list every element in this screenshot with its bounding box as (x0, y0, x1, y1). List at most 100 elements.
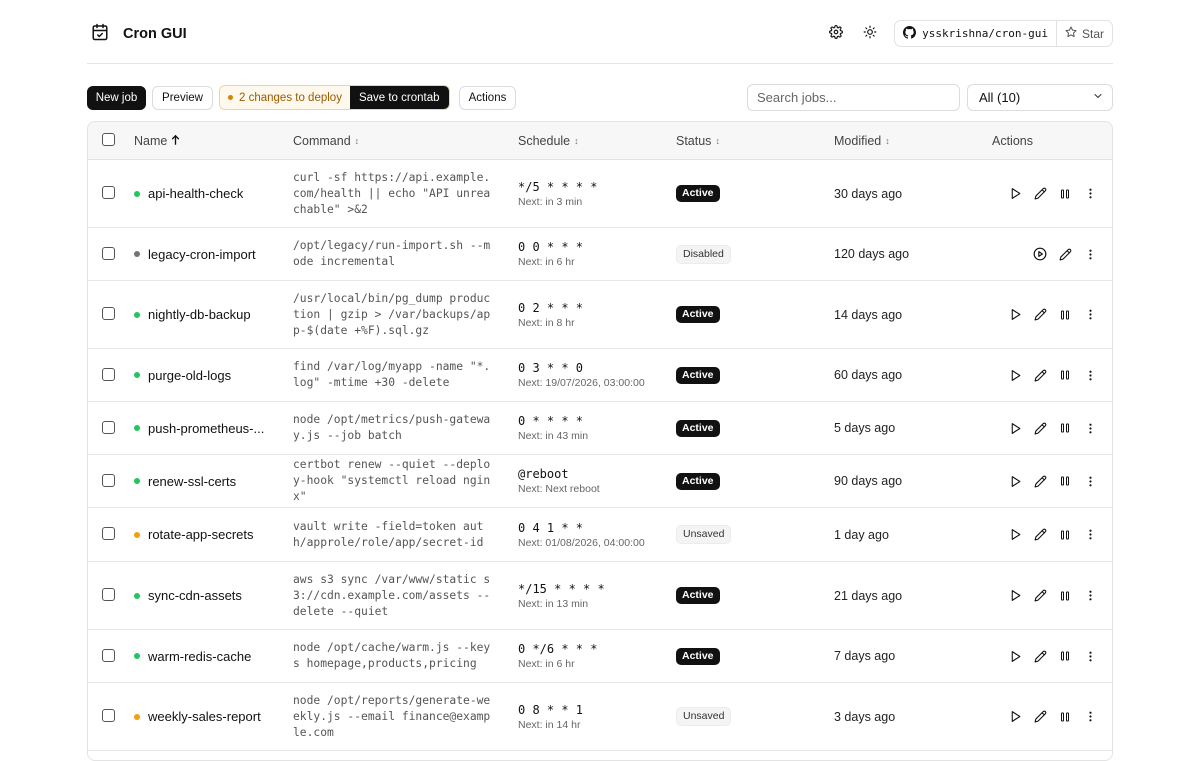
job-name-cell[interactable]: sync-cdn-assets (134, 562, 242, 629)
run-now-button[interactable] (1005, 365, 1025, 385)
enable-job-button[interactable] (1030, 244, 1050, 264)
more-actions-button[interactable] (1080, 707, 1100, 727)
run-now-button[interactable] (1005, 471, 1025, 491)
search-input[interactable] (747, 84, 960, 111)
table-row[interactable]: nightly-db-backup/usr/local/bin/pg_dump … (88, 281, 1112, 349)
row-checkbox[interactable] (102, 307, 115, 320)
row-checkbox[interactable] (102, 247, 115, 260)
edit-job-button[interactable] (1030, 184, 1050, 204)
job-name-cell[interactable]: renew-ssl-certs (134, 455, 236, 507)
job-name-cell[interactable]: rotate-app-secrets (134, 508, 254, 561)
job-name-cell[interactable]: purge-old-logs (134, 349, 231, 401)
row-checkbox[interactable] (102, 588, 115, 601)
save-to-crontab-button[interactable]: Save to crontab (349, 86, 449, 109)
theme-toggle-button[interactable] (858, 22, 882, 46)
run-now-button[interactable] (1005, 646, 1025, 666)
more-actions-button[interactable] (1080, 184, 1100, 204)
table-row[interactable]: warm-redis-cache node /opt/cache/warm.js … (88, 630, 1112, 683)
pause-job-button[interactable] (1055, 471, 1075, 491)
edit-job-button[interactable] (1030, 305, 1050, 325)
job-name-cell[interactable]: legacy-cron-import (134, 228, 256, 280)
preview-button[interactable]: Preview (152, 86, 213, 110)
column-status[interactable]: Status ↕ (676, 122, 720, 160)
row-checkbox[interactable] (102, 186, 115, 199)
edit-job-button[interactable] (1055, 244, 1075, 264)
more-actions-button[interactable] (1080, 244, 1100, 264)
job-name-cell[interactable]: api-health-check (134, 160, 243, 227)
job-name[interactable]: legacy-cron-import (148, 247, 256, 262)
job-name[interactable]: renew-ssl-certs (148, 474, 236, 489)
run-now-button[interactable] (1005, 707, 1025, 727)
job-name[interactable]: weekly-sales-report (148, 709, 261, 724)
edit-job-button[interactable] (1030, 707, 1050, 727)
status-filter-select[interactable]: All (10) (967, 84, 1113, 111)
pause-job-button[interactable] (1055, 525, 1075, 545)
more-actions-button[interactable] (1080, 525, 1100, 545)
more-actions-button[interactable] (1080, 418, 1100, 438)
pause-job-button[interactable] (1055, 586, 1075, 606)
table-row[interactable]: renew-ssl-certs certbot renew --quiet --d… (88, 455, 1112, 508)
column-name[interactable]: Name (134, 122, 180, 160)
job-name-cell[interactable]: weekly-sales-report (134, 683, 261, 750)
job-name[interactable]: sync-cdn-assets (148, 588, 242, 603)
more-actions-button[interactable] (1080, 586, 1100, 606)
row-actions (1000, 683, 1100, 750)
star-button[interactable]: Star (1057, 21, 1112, 46)
job-name[interactable]: rotate-app-secrets (148, 527, 254, 542)
table-row[interactable]: rotate-app-secrets vault write -field=tok… (88, 508, 1112, 562)
new-job-button[interactable]: New job (87, 86, 146, 110)
job-name[interactable]: warm-redis-cache (148, 649, 251, 664)
job-name[interactable]: api-health-check (148, 186, 243, 201)
settings-button[interactable] (824, 22, 848, 46)
pause-job-button[interactable] (1055, 707, 1075, 727)
run-now-button[interactable] (1005, 586, 1025, 606)
table-row[interactable]: legacy-cron-import/opt/legacy/run-import… (88, 228, 1112, 281)
github-repo-link[interactable]: ysskrishna/cron-gui (895, 21, 1057, 46)
table-row[interactable]: weekly-sales-report node /opt/reports/gen… (88, 683, 1112, 751)
more-actions-button[interactable] (1080, 365, 1100, 385)
row-checkbox[interactable] (102, 527, 115, 540)
edit-job-button[interactable] (1030, 586, 1050, 606)
job-modified: 1 day ago (834, 527, 889, 542)
table-row[interactable]: purge-old-logs find /var/log/myapp -name … (88, 349, 1112, 402)
actions-menu-button[interactable]: Actions (459, 86, 516, 110)
edit-job-button[interactable] (1030, 365, 1050, 385)
edit-job-button[interactable] (1030, 418, 1050, 438)
select-all-checkbox[interactable] (102, 133, 115, 146)
run-now-button[interactable] (1005, 305, 1025, 325)
more-actions-button[interactable] (1080, 646, 1100, 666)
run-now-button[interactable] (1005, 525, 1025, 545)
edit-job-button[interactable] (1030, 525, 1050, 545)
job-name-cell[interactable]: nightly-db-backup (134, 281, 251, 348)
row-checkbox[interactable] (102, 474, 115, 487)
job-name[interactable]: purge-old-logs (148, 368, 231, 383)
more-actions-button[interactable] (1080, 305, 1100, 325)
job-command-cell: certbot renew --quiet --deploy-hook "sys… (293, 455, 493, 507)
column-command[interactable]: Command ↕ (293, 122, 359, 160)
pause-job-button[interactable] (1055, 418, 1075, 438)
run-now-button[interactable] (1005, 184, 1025, 204)
pause-job-button[interactable] (1055, 646, 1075, 666)
table-row[interactable]: sync-cdn-assets aws s3 sync /var/www/stat… (88, 562, 1112, 630)
job-name-cell[interactable]: push-prometheus-... (134, 402, 264, 454)
column-schedule[interactable]: Schedule ↕ (518, 122, 579, 160)
row-checkbox[interactable] (102, 649, 115, 662)
run-now-button[interactable] (1005, 418, 1025, 438)
pause-job-button[interactable] (1055, 184, 1075, 204)
pause-job-button[interactable] (1055, 305, 1075, 325)
table-row[interactable]: api-health-check curl -sf https://api.exa… (88, 160, 1112, 228)
job-name[interactable]: nightly-db-backup (148, 307, 251, 322)
row-actions (1000, 455, 1100, 507)
edit-job-button[interactable] (1030, 471, 1050, 491)
column-modified[interactable]: Modified ↕ (834, 122, 890, 160)
job-name[interactable]: push-prometheus-... (148, 421, 264, 436)
row-checkbox[interactable] (102, 421, 115, 434)
row-checkbox[interactable] (102, 368, 115, 381)
pause-job-button[interactable] (1055, 365, 1075, 385)
table-row[interactable]: push-prometheus-... node /opt/metrics/pus… (88, 402, 1112, 455)
job-name-cell[interactable]: warm-redis-cache (134, 630, 251, 682)
row-checkbox[interactable] (102, 709, 115, 722)
pending-changes-indicator[interactable]: 2 changes to deploy (220, 86, 350, 109)
more-actions-button[interactable] (1080, 471, 1100, 491)
edit-job-button[interactable] (1030, 646, 1050, 666)
